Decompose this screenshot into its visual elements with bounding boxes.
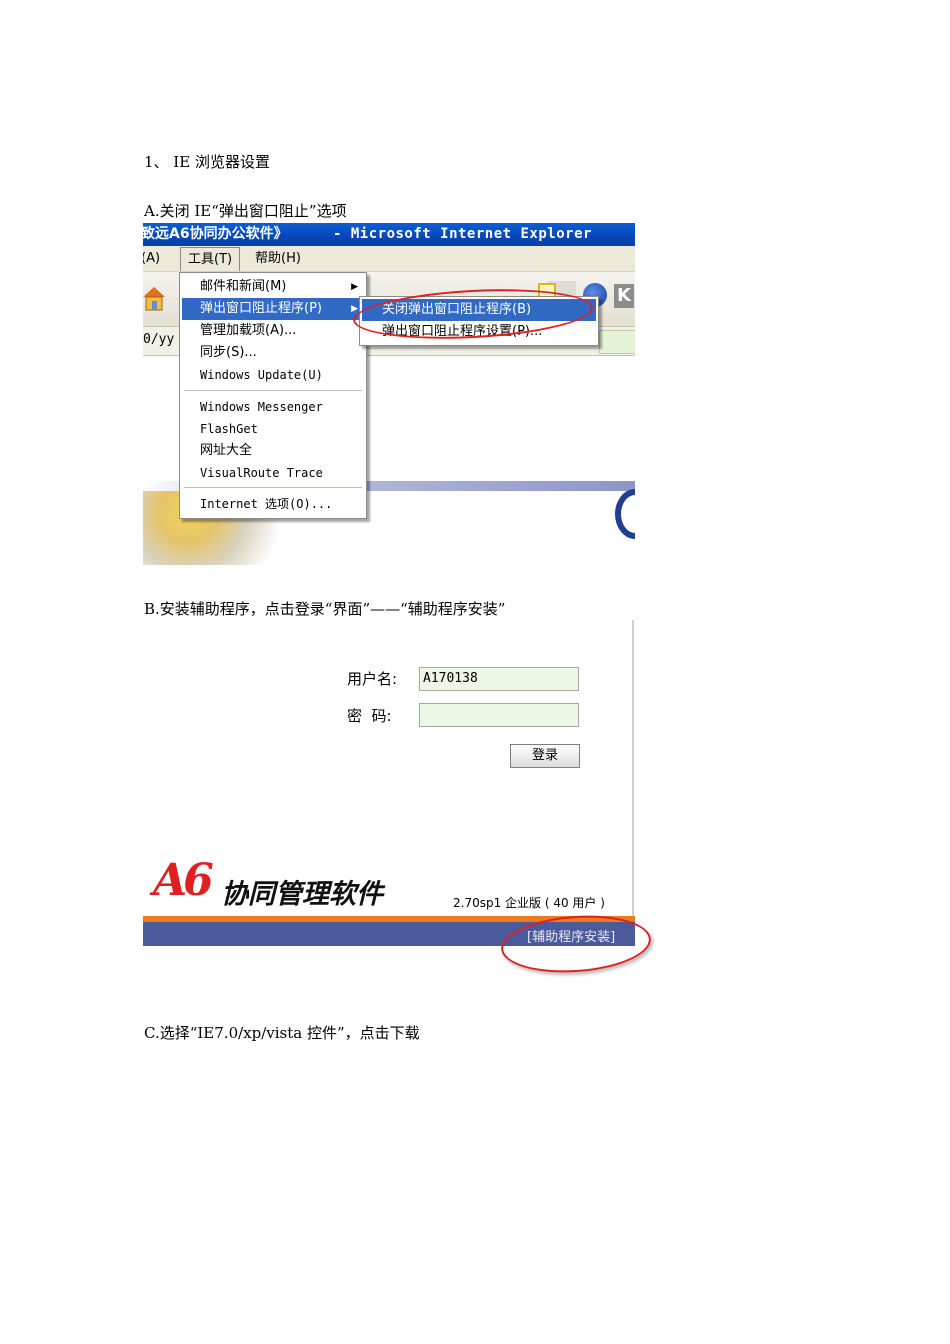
tools-dropdown-menu: 邮件和新闻(M) ▶ 弹出窗口阻止程序(P) ▶ 管理加载项(A)... 同步(S)… xyxy=(179,272,367,519)
menu-item-visualroute[interactable]: VisualRoute Trace xyxy=(182,462,364,484)
a6-logo: A6 xyxy=(153,855,214,906)
version-text: 2.70sp1 企业版 ( 40 用户 ) xyxy=(453,896,605,910)
menu-separator xyxy=(184,390,362,391)
password-input[interactable] xyxy=(419,703,579,727)
menu-item-label: 弹出窗口阻止程序(P) xyxy=(200,301,322,316)
menu-item-windows-update[interactable]: Windows Update(U) xyxy=(182,364,364,386)
submenu-arrow-icon: ▶ xyxy=(351,282,358,292)
menu-item-manage-addons[interactable]: 管理加载项(A)... xyxy=(182,320,364,342)
step-a-text: A.关闭 IE“弹出窗口阻止”选项 xyxy=(144,202,347,220)
k-icon[interactable]: K xyxy=(614,284,634,308)
password-label: 密 码: xyxy=(347,707,392,725)
menu-item-mail-news[interactable]: 邮件和新闻(M) ▶ xyxy=(182,276,364,298)
menu-item-sync[interactable]: 同步(S)... xyxy=(182,342,364,364)
divider-line xyxy=(632,620,634,920)
menu-item-partial[interactable]: (A) xyxy=(143,246,160,271)
window-title-bar: 致远A6协同办公软件》 - Microsoft Internet Explore… xyxy=(143,223,635,246)
menu-item-internet-options[interactable]: Internet 选项(O)... xyxy=(182,493,364,515)
product-name: 协同管理软件 xyxy=(221,879,383,910)
login-button[interactable]: 登录 xyxy=(510,744,580,768)
menu-item-windows-messenger[interactable]: Windows Messenger xyxy=(182,396,364,418)
home-icon[interactable] xyxy=(143,285,165,311)
brand-logo-partial xyxy=(615,489,635,539)
menu-item-popup-blocker[interactable]: 弹出窗口阻止程序(P) ▶ xyxy=(182,298,364,320)
heading-ie-settings: 1、 IE 浏览器设置 xyxy=(144,153,270,171)
address-text: 0/yy xyxy=(143,332,175,347)
window-title-right: - Microsoft Internet Explorer xyxy=(333,226,592,242)
window-title-left: 致远A6协同办公软件》 xyxy=(143,226,288,242)
username-input[interactable]: A170138 xyxy=(419,667,579,691)
step-b-text: B.安装辅助程序，点击登录“界面”——“辅助程序安装” xyxy=(144,600,506,618)
step-c-text: C.选择“IE7.0/xp/vista 控件”，点击下载 xyxy=(144,1024,420,1042)
username-label: 用户名: xyxy=(347,670,398,688)
address-go-area[interactable] xyxy=(599,330,635,354)
menu-item-url-directory[interactable]: 网址大全 xyxy=(182,440,364,462)
menu-tools[interactable]: 工具(T) xyxy=(180,247,241,271)
menu-help[interactable]: 帮助(H) xyxy=(255,246,301,271)
menu-item-label: 邮件和新闻(M) xyxy=(200,279,287,294)
menu-bar: (A) 工具(T) 帮助(H) xyxy=(143,246,635,272)
menu-item-flashget[interactable]: FlashGet xyxy=(182,418,364,440)
menu-separator xyxy=(184,487,362,488)
